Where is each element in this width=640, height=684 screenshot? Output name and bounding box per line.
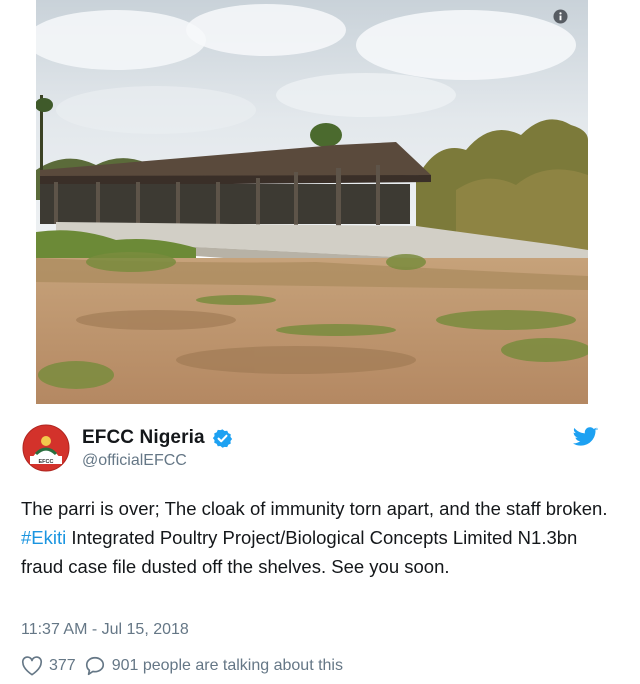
- tweet-actions: 377 901 people are talking about this: [21, 654, 343, 678]
- tweet-card: EFCC EFCC Nigeria @officialEFCC The parr…: [0, 0, 640, 684]
- like-action[interactable]: 377: [21, 656, 76, 676]
- svg-text:EFCC: EFCC: [39, 459, 54, 465]
- author-handle[interactable]: @officialEFCC: [82, 452, 187, 470]
- verified-badge-icon: [212, 428, 232, 448]
- info-icon[interactable]: [553, 9, 568, 24]
- tweet-text-part-2: Integrated Poultry Project/Biological Co…: [21, 527, 578, 577]
- hashtag-link[interactable]: #Ekiti: [21, 527, 66, 548]
- avatar[interactable]: EFCC: [22, 424, 70, 472]
- tweet-timestamp[interactable]: 11:37 AM - Jul 15, 2018: [21, 621, 189, 639]
- speech-bubble-icon: [85, 656, 104, 676]
- talking-count-text: 901 people are talking about this: [111, 657, 343, 674]
- display-name[interactable]: EFCC Nigeria: [82, 427, 205, 449]
- heart-icon: [21, 656, 43, 676]
- abandoned-poultry-farm-image: [36, 0, 588, 404]
- twitter-bird-icon[interactable]: [573, 427, 598, 448]
- like-count: 377: [49, 657, 76, 674]
- author-name-row[interactable]: EFCC Nigeria: [82, 426, 233, 450]
- tweet-text: The parri is over; The cloak of immunity…: [21, 494, 611, 581]
- tweet-photo[interactable]: [36, 0, 588, 404]
- talking-action[interactable]: 901 people are talking about this: [84, 655, 343, 677]
- tweet-text-part-1: The parri is over; The cloak of immunity…: [21, 498, 608, 519]
